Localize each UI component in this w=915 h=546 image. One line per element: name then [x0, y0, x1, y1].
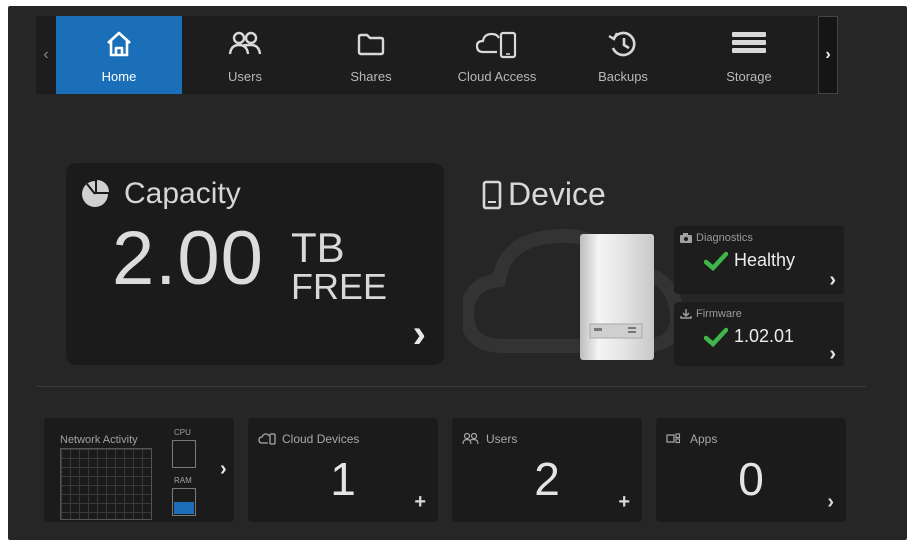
- users-count: 2: [534, 453, 560, 505]
- top-nav: ‹ Home Users Shares Cloud Access Backups…: [36, 16, 838, 94]
- apps-icon: [666, 433, 681, 444]
- users-icon: [228, 31, 262, 55]
- capacity-value: 2.00: [112, 216, 264, 301]
- tab-shares-label: Shares: [350, 69, 392, 84]
- diagnostics-label: Diagnostics: [696, 232, 753, 244]
- firmware-card[interactable]: Firmware 1.02.01 ›: [674, 302, 844, 366]
- apps-card-label: Apps: [690, 432, 718, 446]
- cpu-label: CPU: [174, 428, 191, 437]
- nas-device-image: [580, 234, 654, 360]
- tab-cloud-access[interactable]: Cloud Access: [434, 16, 560, 94]
- diagnostics-chevron-icon[interactable]: ›: [829, 269, 836, 292]
- capacity-title: Capacity: [124, 177, 241, 210]
- tab-cloud-access-label: Cloud Access: [457, 69, 537, 84]
- history-icon: [608, 31, 636, 57]
- diagnostics-value: Healthy: [734, 250, 796, 270]
- cloud-phone-icon: [475, 31, 517, 59]
- tab-shares[interactable]: Shares: [308, 16, 434, 94]
- tab-home[interactable]: Home: [56, 16, 182, 94]
- tab-users-label: Users: [228, 69, 262, 84]
- apps-chevron-icon[interactable]: ›: [827, 491, 834, 514]
- firmware-label: Firmware: [696, 308, 742, 320]
- firmware-value: 1.02.01: [734, 326, 795, 346]
- tab-home-label: Home: [101, 69, 137, 84]
- cloud-devices-label: Cloud Devices: [282, 432, 360, 446]
- tab-storage-label: Storage: [726, 69, 772, 84]
- network-activity-graph: [60, 448, 152, 520]
- network-activity-card[interactable]: Network Activity CPU RAM ›: [44, 418, 234, 522]
- tab-backups[interactable]: Backups: [560, 16, 686, 94]
- camera-icon: [680, 233, 692, 243]
- checkmark-icon: [704, 327, 728, 347]
- device-icon: [482, 180, 502, 209]
- storage-icon: [732, 32, 766, 53]
- nav-prev-button[interactable]: ‹: [36, 16, 56, 94]
- home-icon: [107, 31, 131, 57]
- add-user-button[interactable]: +: [618, 491, 630, 514]
- capacity-free-label: FREE: [291, 266, 388, 307]
- dashboard-frame: ‹ Home Users Shares Cloud Access Backups…: [8, 6, 907, 540]
- firmware-status: 1.02.01: [704, 326, 794, 347]
- folder-icon: [357, 33, 385, 56]
- tab-users[interactable]: Users: [182, 16, 308, 94]
- firmware-chevron-icon[interactable]: ›: [829, 343, 836, 366]
- users-card-title: Users: [462, 432, 517, 446]
- cloud-devices-title: Cloud Devices: [258, 432, 359, 446]
- nav-next-button[interactable]: ›: [818, 16, 838, 94]
- add-cloud-device-button[interactable]: +: [414, 491, 426, 514]
- capacity-chevron-icon[interactable]: ›: [413, 312, 426, 357]
- checkmark-icon: [704, 251, 728, 271]
- ram-meter: [172, 488, 196, 516]
- diagnostics-title: Diagnostics: [680, 232, 753, 244]
- cpu-meter: [172, 440, 196, 468]
- diagnostics-card[interactable]: Diagnostics Healthy ›: [674, 226, 844, 294]
- users-card-label: Users: [486, 432, 518, 446]
- ram-label: RAM: [174, 476, 192, 485]
- capacity-card[interactable]: Capacity 2.00 TB FREE ›: [66, 163, 444, 365]
- section-divider: [36, 386, 866, 387]
- apps-card-title: Apps: [666, 432, 717, 446]
- apps-card[interactable]: Apps 0 ›: [656, 418, 846, 522]
- capacity-unit: TB: [291, 224, 345, 271]
- pie-chart-icon: [82, 180, 109, 207]
- users-card[interactable]: Users 2 +: [452, 418, 642, 522]
- users-icon: [462, 432, 479, 445]
- ram-meter-fill: [174, 502, 194, 514]
- download-icon: [680, 309, 692, 319]
- tab-backups-label: Backups: [598, 69, 648, 84]
- cloud-devices-card[interactable]: Cloud Devices 1 +: [248, 418, 438, 522]
- cloud-device-icon: [258, 433, 276, 445]
- capacity-header: Capacity: [80, 177, 241, 211]
- device-title: Device: [508, 176, 606, 212]
- cloud-devices-count: 1: [330, 453, 356, 505]
- network-chevron-icon[interactable]: ›: [220, 458, 227, 481]
- diagnostics-status: Healthy: [704, 250, 795, 271]
- device-header: Device: [482, 176, 606, 213]
- tab-storage[interactable]: Storage: [686, 16, 812, 94]
- apps-count: 0: [738, 453, 764, 505]
- firmware-title: Firmware: [680, 308, 742, 320]
- network-activity-title: Network Activity: [60, 434, 138, 446]
